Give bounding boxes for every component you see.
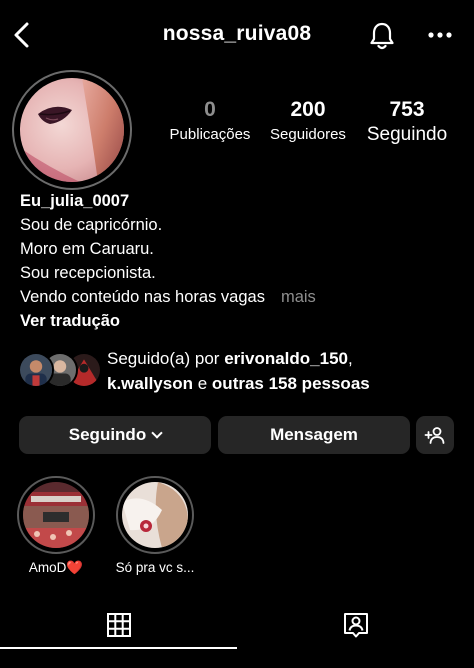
message-button-label: Mensagem (270, 425, 358, 444)
followed-by-connector: e (197, 374, 208, 393)
followers-count: 200 (290, 98, 326, 121)
grid-icon (106, 613, 131, 637)
bio-line: Moro em Caruaru. (20, 240, 154, 258)
story-highlight[interactable]: AmoD❤️ (15, 476, 97, 576)
followed-by-text: Seguido(a) por erivonaldo_150, k.wallyso… (107, 349, 370, 393)
bio-line-last: Vendo conteúdo nas horas vagas mais (20, 285, 460, 309)
tab-posts-grid[interactable] (0, 600, 237, 650)
follower-avatars (18, 352, 102, 388)
highlight-ring (116, 476, 194, 554)
followed-by-prefix: Seguido(a) por (107, 349, 220, 368)
highlight-title: AmoD (28, 560, 67, 575)
bio-more-link[interactable]: mais (281, 288, 316, 306)
followers-label: Seguidores (270, 126, 346, 143)
following-count: 753 (389, 98, 425, 121)
top-bar: nossa_ruiva08 (0, 0, 474, 70)
following-stat[interactable]: 753 Seguindo (360, 98, 454, 146)
story-highlight[interactable]: Só pra vc s... (114, 476, 196, 575)
avatar (18, 352, 54, 388)
tagged-person-icon (343, 613, 368, 638)
bio-line: Vendo conteúdo nas horas vagas (20, 288, 265, 306)
follower-username[interactable]: erivonaldo_150 (224, 349, 348, 368)
profile-avatar[interactable] (20, 78, 124, 182)
posts-count: 0 (204, 98, 216, 121)
bell-icon[interactable] (366, 20, 398, 52)
suggest-people-button[interactable] (416, 416, 454, 454)
message-button[interactable]: Mensagem (218, 416, 410, 454)
highlight-label: AmoD❤️ (15, 560, 97, 576)
profile-tabs (0, 600, 474, 668)
posts-label: Publicações (169, 126, 251, 143)
followers-stat[interactable]: 200 Seguidores (262, 98, 354, 143)
follower-username[interactable]: k.wallyson (107, 374, 193, 393)
bio-line: Sou de capricórnio. (20, 216, 163, 234)
see-translation-link[interactable]: Ver tradução (20, 309, 460, 333)
tab-tagged[interactable] (237, 600, 474, 650)
following-button[interactable]: Seguindo (19, 416, 211, 454)
bio-line: Sou recepcionista. (20, 264, 156, 282)
active-tab-indicator (0, 647, 237, 649)
heart-icon: ❤️ (66, 560, 84, 575)
following-label: Seguindo (366, 124, 448, 145)
add-person-icon (424, 427, 445, 444)
profile-username: nossa_ruiva08 (162, 22, 312, 45)
profile-bio: Eu_julia_0007 Sou de capricórnio. Moro e… (20, 189, 460, 333)
highlight-label: Só pra vc s... (115, 560, 195, 575)
chevron-down-icon (151, 426, 163, 439)
profile-stats: 0 Publicações 200 Seguidores 753 Seguind… (160, 98, 460, 158)
profile-display-name: Eu_julia_0007 (20, 192, 130, 210)
following-button-label: Seguindo (68, 425, 147, 444)
highlight-cover (122, 482, 188, 548)
highlight-ring (17, 476, 95, 554)
more-options-icon[interactable] (424, 24, 456, 46)
highlight-cover (23, 482, 89, 548)
profile-avatar-ring[interactable] (12, 70, 132, 190)
posts-stat[interactable]: 0 Publicações (160, 98, 260, 143)
followed-by[interactable]: Seguido(a) por erivonaldo_150, k.wallyso… (18, 346, 458, 396)
other-followers-link[interactable]: outras 158 pessoas (212, 374, 370, 393)
